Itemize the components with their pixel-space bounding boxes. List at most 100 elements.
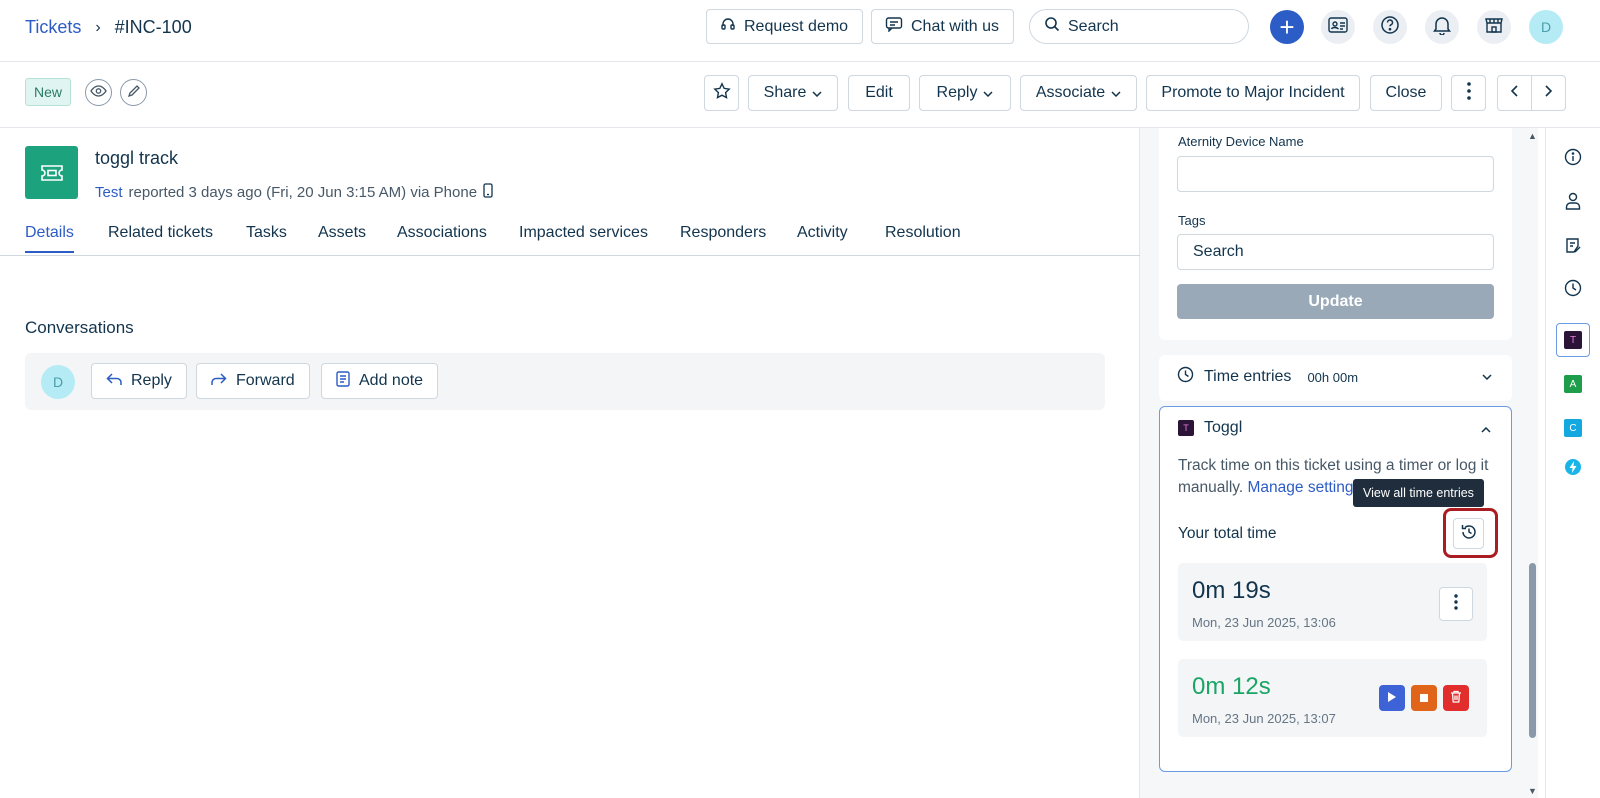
requester-info-button[interactable]	[1560, 190, 1586, 216]
view-all-entries-tooltip: View all time entries	[1353, 479, 1484, 507]
ticket-meta: Test reported 3 days ago (Fri, 20 Jun 3:…	[95, 183, 493, 202]
help-icon	[1380, 15, 1400, 39]
notes-icon	[1565, 237, 1582, 258]
play-timer-button[interactable]	[1379, 685, 1405, 711]
toggl-app-icon[interactable]: T	[1564, 331, 1582, 349]
chat-icon	[885, 16, 903, 37]
conversations-heading: Conversations	[25, 318, 134, 337]
update-button[interactable]: Update	[1177, 284, 1494, 319]
conversation-actions: D Reply Forward Add note	[25, 353, 1105, 410]
edit-pencil-button[interactable]	[120, 79, 147, 106]
tab-tasks[interactable]: Tasks	[246, 224, 287, 251]
previous-ticket-button[interactable]	[1497, 75, 1532, 111]
entry-duration: 0m 19s	[1192, 577, 1271, 604]
share-button[interactable]: Share	[748, 75, 838, 111]
store-icon	[1484, 15, 1504, 39]
top-bar: Tickets › #INC-100 Request demo Chat wit…	[0, 0, 1600, 62]
properties-card: Aternity Device Name Tags Search Update	[1159, 128, 1512, 340]
star-icon	[712, 81, 731, 105]
clock-icon	[1177, 366, 1194, 388]
notifications-button[interactable]	[1425, 10, 1459, 44]
add-note-label: Add note	[359, 372, 424, 389]
scroll-down-arrow-icon[interactable]: ▼	[1528, 786, 1537, 796]
entry-menu-button[interactable]	[1439, 587, 1473, 621]
chat-label: Chat with us	[911, 17, 1000, 35]
reply-dropdown-button[interactable]: Reply	[919, 75, 1011, 111]
user-avatar[interactable]: D	[1529, 10, 1563, 44]
device-name-input[interactable]	[1177, 156, 1494, 192]
chevron-up-icon[interactable]	[1481, 422, 1491, 436]
kebab-icon	[1454, 593, 1458, 615]
contact-card-button[interactable]	[1321, 10, 1355, 44]
tab-related-tickets[interactable]: Related tickets	[108, 224, 213, 251]
requester-link[interactable]: Test	[95, 184, 123, 201]
create-new-button[interactable]: +	[1270, 10, 1304, 44]
chat-with-us-button[interactable]: Chat with us	[871, 9, 1014, 44]
search-placeholder: Search	[1068, 17, 1119, 35]
history-icon	[1460, 523, 1478, 545]
tab-impacted-services[interactable]: Impacted services	[519, 224, 648, 251]
note-icon	[336, 370, 350, 392]
toggl-title: Toggl	[1204, 419, 1243, 436]
marketplace-button[interactable]	[1477, 10, 1511, 44]
tab-resolution[interactable]: Resolution	[885, 224, 961, 251]
person-icon	[1565, 192, 1581, 214]
tab-activity[interactable]: Activity	[797, 224, 848, 251]
tab-responders[interactable]: Responders	[680, 224, 766, 251]
share-label: Share	[763, 84, 807, 101]
manage-settings-link[interactable]: Manage settings	[1248, 479, 1362, 496]
scrollbar-thumb[interactable]	[1529, 563, 1536, 738]
help-button[interactable]	[1373, 10, 1407, 44]
associate-button[interactable]: Associate	[1020, 75, 1137, 111]
favorite-button[interactable]	[704, 75, 739, 111]
global-search-input[interactable]: Search	[1029, 9, 1249, 44]
reply-button[interactable]: Reply	[91, 363, 187, 399]
ticket-tabs: Details Related tickets Tasks Assets Ass…	[0, 218, 1140, 256]
request-demo-button[interactable]: Request demo	[706, 9, 863, 44]
stop-icon	[1419, 690, 1429, 707]
side-panel-scrollbar[interactable]: ▲ ▼	[1526, 128, 1538, 798]
lightning-icon	[1564, 458, 1582, 480]
info-button[interactable]	[1560, 146, 1586, 172]
stop-timer-button[interactable]	[1411, 685, 1437, 711]
time-entries-card[interactable]: Time entries 00h 00m	[1159, 355, 1512, 401]
time-entries-label: Time entries	[1204, 368, 1292, 385]
reply-label: Reply	[131, 372, 172, 389]
clock-icon	[1564, 279, 1582, 301]
tab-associations[interactable]: Associations	[397, 224, 487, 251]
forward-arrow-icon	[211, 372, 227, 391]
lightning-app-button[interactable]	[1560, 456, 1586, 482]
tags-label: Tags	[1178, 213, 1206, 228]
search-icon	[1044, 16, 1060, 37]
toggl-header: T Toggl	[1178, 419, 1242, 437]
edit-button[interactable]: Edit	[848, 75, 910, 111]
breadcrumb-tickets-link[interactable]: Tickets	[25, 17, 81, 38]
promote-major-incident-button[interactable]: Promote to Major Incident	[1146, 75, 1360, 111]
app-a-icon[interactable]: A	[1564, 375, 1582, 393]
edit-label: Edit	[865, 84, 893, 101]
tab-assets[interactable]: Assets	[318, 224, 366, 251]
forward-button[interactable]: Forward	[196, 363, 310, 399]
more-actions-button[interactable]	[1451, 75, 1486, 111]
agent-avatar: D	[41, 365, 75, 399]
delete-entry-button[interactable]	[1443, 685, 1469, 711]
app-c-icon[interactable]: C	[1564, 419, 1582, 437]
close-label: Close	[1385, 84, 1427, 101]
scroll-up-arrow-icon[interactable]: ▲	[1528, 131, 1537, 141]
tab-details[interactable]: Details	[25, 224, 74, 253]
chevron-down-icon[interactable]	[1482, 369, 1492, 383]
tags-input[interactable]: Search	[1177, 234, 1494, 270]
chevron-down-icon	[812, 84, 822, 102]
entry-duration: 0m 12s	[1192, 673, 1271, 700]
close-ticket-button[interactable]: Close	[1370, 75, 1442, 111]
add-note-button[interactable]: Add note	[321, 363, 439, 399]
ticket-side-panel: Aternity Device Name Tags Search Update …	[1140, 128, 1537, 798]
watch-button[interactable]	[85, 79, 112, 106]
notes-button[interactable]	[1560, 234, 1586, 260]
view-all-entries-button[interactable]	[1453, 518, 1484, 549]
total-time-label: Your total time	[1178, 525, 1277, 542]
next-ticket-button[interactable]	[1531, 75, 1566, 111]
kebab-icon	[1466, 81, 1471, 105]
ticket-main-pane: toggl track Test reported 3 days ago (Fr…	[0, 128, 1140, 798]
timeline-button[interactable]	[1560, 277, 1586, 303]
